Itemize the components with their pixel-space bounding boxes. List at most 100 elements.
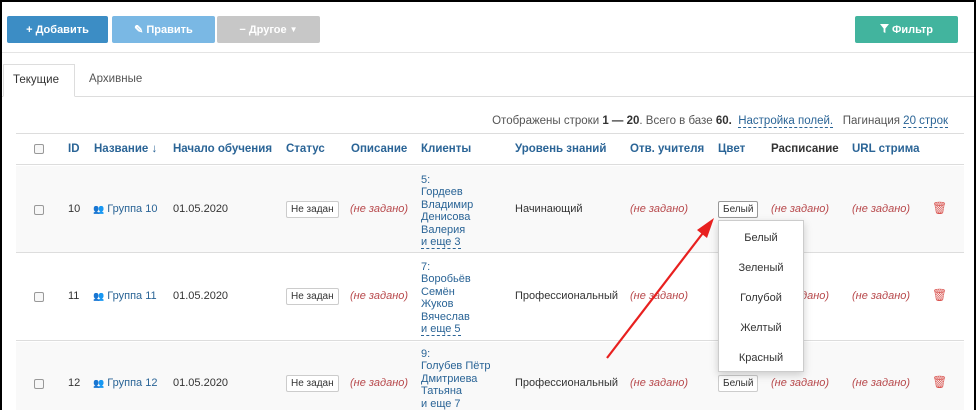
client-name[interactable]: Дмитриева bbox=[421, 373, 491, 385]
description-value: (не задано) bbox=[350, 203, 409, 215]
col-description[interactable]: Описание bbox=[351, 143, 407, 155]
client-name[interactable]: Голубев Пётр bbox=[421, 360, 491, 372]
funnel-icon bbox=[879, 23, 889, 36]
filter-button[interactable]: Фильтр bbox=[855, 16, 958, 43]
level-value: Профессиональный bbox=[515, 377, 619, 389]
caret-down-icon: ▼ bbox=[289, 25, 298, 34]
summary-prefix: Отображены строки bbox=[492, 115, 600, 127]
row-checkbox[interactable] bbox=[34, 379, 44, 389]
group-name: Группа 10 bbox=[107, 203, 158, 215]
group-link[interactable]: 👥 Группа 10 bbox=[93, 203, 157, 215]
col-name[interactable]: Название ↓ bbox=[94, 143, 157, 155]
color-option-blue[interactable]: Голубой bbox=[719, 292, 803, 304]
other-button[interactable]: − Другое ▼ bbox=[217, 16, 320, 43]
trash-icon[interactable]: 🗑 bbox=[932, 375, 947, 389]
client-name[interactable]: Воробьёв bbox=[421, 273, 471, 285]
divider bbox=[2, 52, 974, 53]
client-name[interactable]: Гордеев bbox=[421, 186, 473, 198]
client-name[interactable]: Татьяна bbox=[421, 385, 491, 397]
select-all-checkbox[interactable] bbox=[34, 144, 44, 154]
client-name[interactable]: Вячеслав bbox=[421, 311, 471, 323]
color-badge[interactable]: Белый bbox=[718, 375, 759, 392]
schedule-value: (не задано) bbox=[771, 203, 830, 215]
clients-list: 5: Гордеев Владимир Денисова Валерия и е… bbox=[421, 174, 473, 250]
users-icon: 👥 bbox=[93, 291, 105, 301]
status-badge[interactable]: Не задан bbox=[286, 201, 339, 218]
color-option-red[interactable]: Красный bbox=[719, 352, 803, 364]
client-name[interactable]: Валерия bbox=[421, 224, 473, 236]
clients-more-link[interactable]: и еще 5 bbox=[421, 323, 461, 337]
col-teacher[interactable]: Отв. учителя bbox=[630, 143, 704, 155]
table-header: ID Название ↓ Начало обучения Статус Опи… bbox=[16, 134, 964, 165]
table-row[interactable]: 12 👥 Группа 12 01.05.2020 Не задан (не з… bbox=[16, 342, 964, 410]
col-stream[interactable]: URL стрима bbox=[852, 143, 920, 155]
col-level[interactable]: Уровень знаний bbox=[515, 143, 606, 155]
level-value: Профессиональный bbox=[515, 290, 619, 302]
row-id: 11 bbox=[68, 290, 80, 302]
clients-list: 7: Воробьёв Семён Жуков Вячеслав и еще 5 bbox=[421, 261, 471, 337]
color-option-yellow[interactable]: Желтый bbox=[719, 322, 803, 334]
users-icon: 👥 bbox=[93, 378, 105, 388]
start-date: 01.05.2020 bbox=[173, 377, 229, 389]
group-link[interactable]: 👥 Группа 12 bbox=[93, 377, 157, 389]
group-link[interactable]: 👥 Группа 11 bbox=[93, 290, 157, 302]
col-id[interactable]: ID bbox=[68, 143, 80, 155]
col-status[interactable]: Статус bbox=[286, 143, 325, 155]
row-id: 12 bbox=[68, 377, 81, 389]
group-name: Группа 11 bbox=[107, 290, 157, 302]
clients-list: 9: Голубев Пётр Дмитриева Татьяна и еще … bbox=[421, 348, 491, 410]
clients-count: 7: bbox=[421, 261, 431, 273]
description-value: (не задано) bbox=[350, 290, 409, 302]
col-clients[interactable]: Клиенты bbox=[421, 143, 471, 155]
col-start[interactable]: Начало обучения bbox=[173, 143, 272, 155]
add-button[interactable]: + Добавить bbox=[7, 16, 108, 43]
status-badge[interactable]: Не задан bbox=[286, 288, 339, 305]
filter-button-label: Фильтр bbox=[891, 23, 934, 36]
tab-current[interactable]: Текущие bbox=[3, 64, 75, 97]
row-checkbox[interactable] bbox=[34, 205, 44, 215]
clients-more-link[interactable]: и еще 7 bbox=[421, 397, 461, 410]
add-button-label: Добавить bbox=[35, 23, 89, 36]
toolbar: + Добавить ✎ Править − Другое ▼ Фильтр bbox=[7, 16, 962, 46]
pagination-link[interactable]: 20 строк bbox=[903, 115, 948, 128]
col-color[interactable]: Цвет bbox=[718, 143, 745, 155]
group-name: Группа 12 bbox=[107, 377, 158, 389]
tab-bar: Текущие Архивные bbox=[2, 64, 974, 97]
start-date: 01.05.2020 bbox=[173, 203, 229, 215]
table-row[interactable]: 11 👥 Группа 11 01.05.2020 Не задан (не з… bbox=[16, 254, 964, 341]
table-row[interactable]: 10 👥 Группа 10 01.05.2020 Не задан (не з… bbox=[16, 166, 964, 253]
stream-value: (не задано) bbox=[852, 377, 911, 389]
teacher-value: (не задано) bbox=[630, 203, 689, 215]
fields-settings-link[interactable]: Настройка полей. bbox=[738, 115, 834, 128]
plus-icon: + bbox=[26, 23, 33, 36]
color-badge[interactable]: Белый bbox=[718, 201, 759, 218]
summary-total-text: . Всего в базе bbox=[639, 115, 713, 127]
stream-value: (не задано) bbox=[852, 290, 911, 302]
users-icon: 👥 bbox=[93, 204, 105, 214]
client-name[interactable]: Владимир bbox=[421, 199, 473, 211]
color-dropdown-menu: Белый Зеленый Голубой Желтый Красный bbox=[718, 220, 804, 372]
color-option-white[interactable]: Белый bbox=[719, 232, 803, 244]
client-name[interactable]: Денисова bbox=[421, 211, 473, 223]
summary-range: 1 — 20 bbox=[602, 115, 640, 127]
description-value: (не задано) bbox=[350, 377, 409, 389]
edit-button-label: Править bbox=[146, 23, 193, 36]
summary-line: Отображены строки 1 — 20. Всего в базе 6… bbox=[492, 115, 948, 128]
edit-button[interactable]: ✎ Править bbox=[112, 16, 215, 43]
pencil-icon: ✎ bbox=[134, 24, 144, 36]
row-id: 10 bbox=[68, 203, 81, 215]
client-name[interactable]: Жуков bbox=[421, 298, 471, 310]
summary-total: 60. bbox=[715, 115, 732, 127]
trash-icon[interactable]: 🗑 bbox=[932, 288, 947, 302]
window-frame: + Добавить ✎ Править − Другое ▼ Фильтр Т… bbox=[0, 0, 976, 410]
clients-count: 5: bbox=[421, 174, 431, 186]
clients-more-link[interactable]: и еще 3 bbox=[421, 236, 461, 250]
trash-icon[interactable]: 🗑 bbox=[932, 201, 947, 215]
client-name[interactable]: Семён bbox=[421, 286, 471, 298]
groups-table: ID Название ↓ Начало обучения Статус Опи… bbox=[16, 133, 964, 410]
color-option-green[interactable]: Зеленый bbox=[719, 262, 803, 274]
minus-icon: − bbox=[239, 23, 246, 36]
tab-archive[interactable]: Архивные bbox=[80, 64, 151, 97]
status-badge[interactable]: Не задан bbox=[286, 375, 339, 392]
row-checkbox[interactable] bbox=[34, 292, 44, 302]
